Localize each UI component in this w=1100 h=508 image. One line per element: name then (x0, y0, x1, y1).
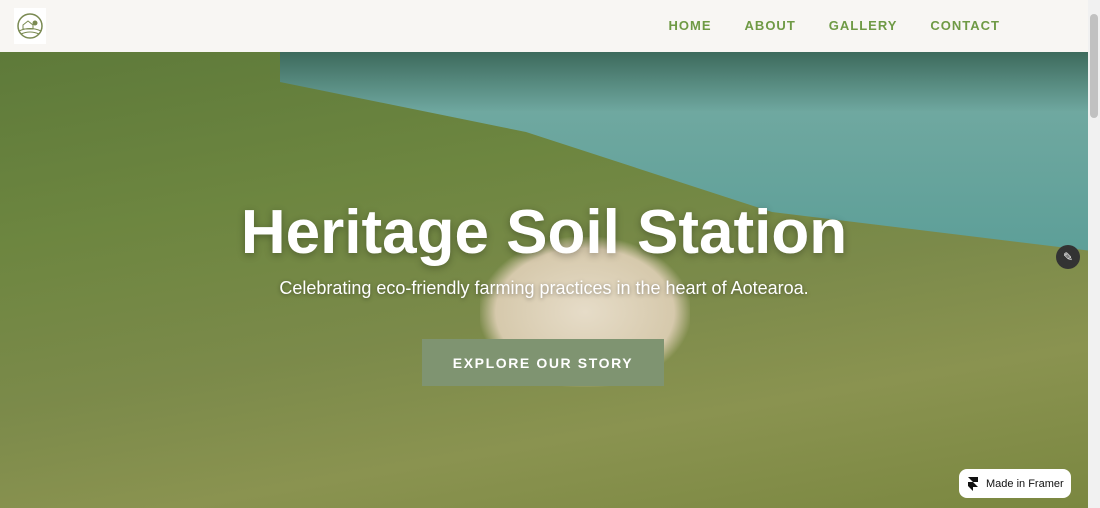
framer-logo-icon (968, 476, 978, 491)
top-nav: HOME ABOUT GALLERY CONTACT (0, 0, 1088, 52)
nav-gallery[interactable]: GALLERY (829, 18, 898, 33)
nav-about[interactable]: ABOUT (745, 18, 796, 33)
logo[interactable] (14, 8, 46, 44)
edit-pencil-icon[interactable]: ✎ (1056, 245, 1080, 269)
nav-home[interactable]: HOME (669, 18, 712, 33)
hero-subtitle: Celebrating eco-friendly farming practic… (279, 278, 809, 298)
scrollbar[interactable] (1088, 0, 1100, 508)
nav-contact[interactable]: CONTACT (930, 18, 1000, 33)
hero-title: Heritage Soil Station (240, 198, 848, 267)
made-in-framer-badge[interactable]: Made in Framer (959, 469, 1071, 498)
hero-section: Heritage Soil Station Celebrating eco-fr… (0, 52, 1088, 508)
scrollbar-thumb[interactable] (1090, 14, 1098, 118)
explore-story-button[interactable]: EXPLORE OUR STORY (422, 339, 664, 386)
farm-logo-icon (17, 13, 43, 39)
badge-label: Made in Framer (986, 477, 1064, 490)
